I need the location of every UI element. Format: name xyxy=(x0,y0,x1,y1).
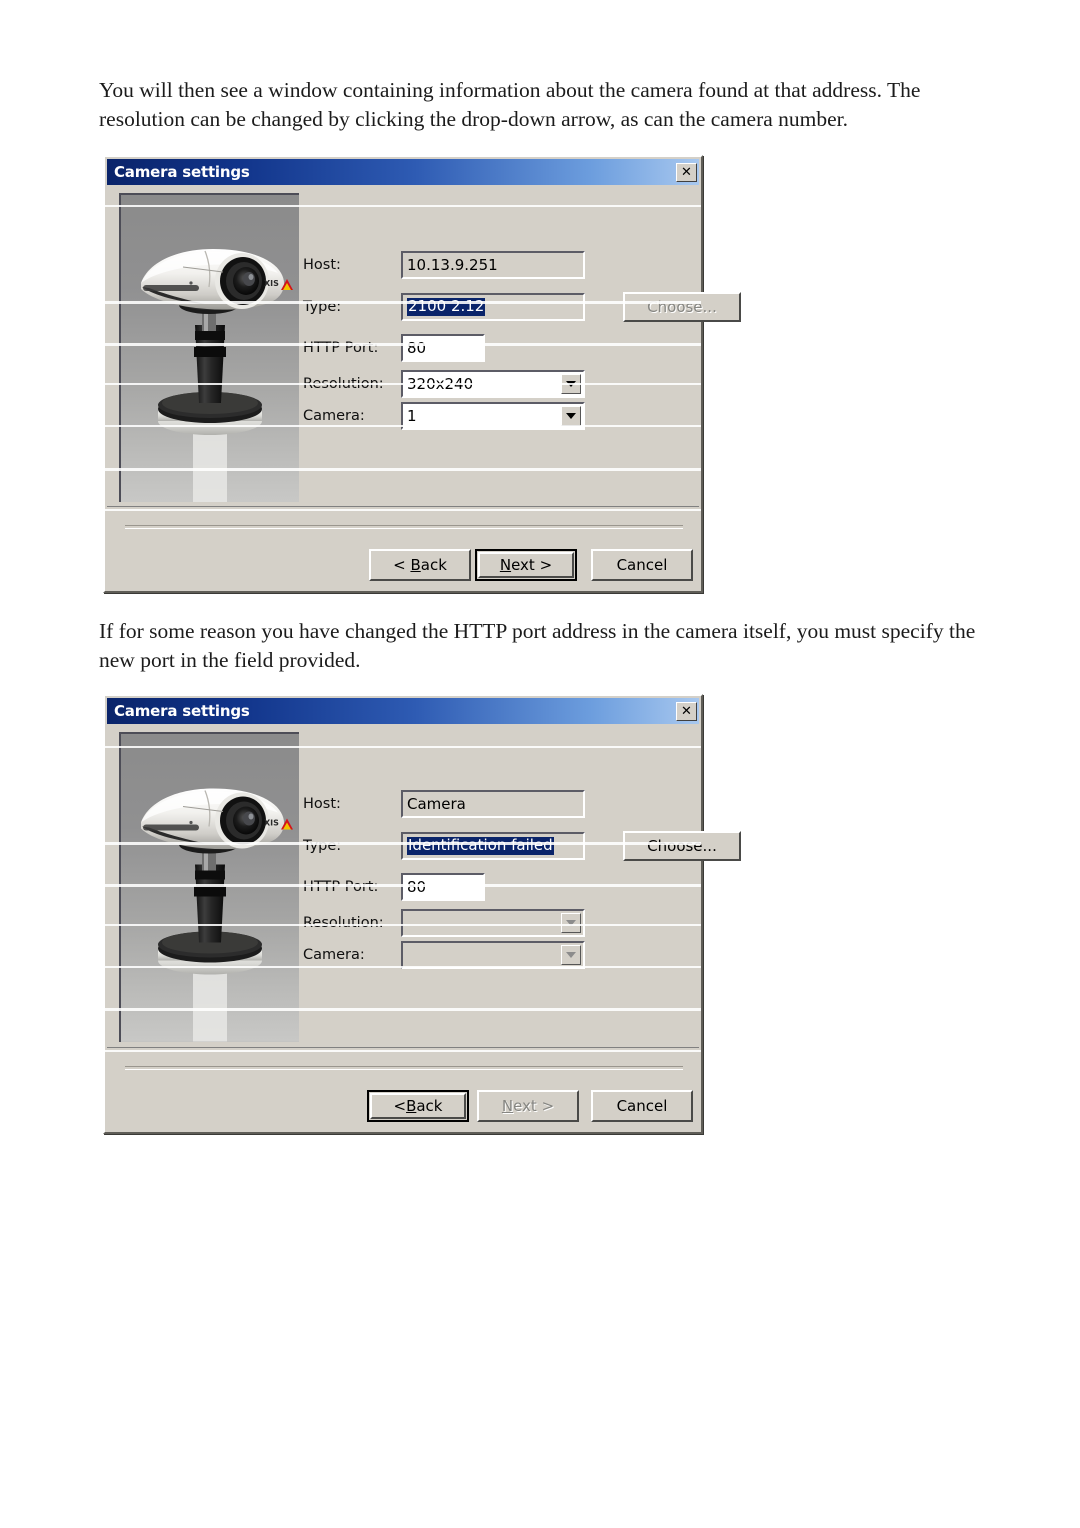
next-button: Next > xyxy=(477,1090,579,1122)
host-input[interactable]: Camera xyxy=(401,790,585,818)
chevron-down-icon[interactable] xyxy=(561,406,581,426)
back-button[interactable]: < Back xyxy=(369,549,471,581)
back-button[interactable]: < Back xyxy=(367,1090,469,1122)
dialog-1-page-area: XIS Host: 10.13.9.251 Type: 2100 2.12 Ch… xyxy=(107,188,741,507)
dialog-1-titlebar[interactable]: Camera settings ✕ xyxy=(107,159,699,185)
cancel-button[interactable]: Cancel xyxy=(591,1090,693,1122)
dialog-2-page-area: XIS Host: Camera Type: Identification fa… xyxy=(107,727,741,1048)
resolution-label: Resolution: xyxy=(303,376,384,392)
choose-button[interactable]: Choose... xyxy=(623,831,741,861)
intro-paragraph-1: You will then see a window containing in… xyxy=(99,78,921,131)
dialog-2-form: Host: Camera Type: Identification failed… xyxy=(303,727,741,1047)
resolution-dropdown[interactable]: 320x240 xyxy=(401,370,585,398)
chevron-down-icon xyxy=(561,945,581,965)
host-row: Host: 10.13.9.251 xyxy=(303,250,585,280)
cancel-button-label: Cancel xyxy=(616,1097,668,1115)
camera-row: Camera: xyxy=(303,940,585,970)
next-button-label: Next > xyxy=(501,1097,555,1115)
dialog-1-title: Camera settings xyxy=(114,163,250,181)
type-selected-text: Identification failed xyxy=(407,835,554,856)
type-selected-text: 2100 2.12 xyxy=(407,296,486,317)
camera-label: Camera: xyxy=(303,408,365,424)
type-input[interactable]: 2100 2.12 xyxy=(401,293,585,321)
http-port-label: HTTP Port: xyxy=(303,340,379,356)
resolution-dropdown xyxy=(401,909,585,937)
http-port-row: HTTP Port: 80 xyxy=(303,872,485,902)
dialog-2-client-area: XIS Host: Camera Type: Identification fa… xyxy=(107,727,741,1130)
resolution-label: Resolution: xyxy=(303,915,384,931)
footer-separator xyxy=(125,1066,683,1070)
resolution-row: Resolution: xyxy=(303,908,585,938)
camera-row: Camera: 1 xyxy=(303,401,585,431)
camera-product-image: XIS xyxy=(119,193,299,502)
cancel-button-label: Cancel xyxy=(616,556,668,574)
camera-value: 1 xyxy=(407,407,417,425)
dialog-1-form: Host: 10.13.9.251 Type: 2100 2.12 Choose… xyxy=(303,188,741,506)
choose-button-label: Choose... xyxy=(647,837,717,855)
type-label: Type: xyxy=(303,299,342,315)
host-row: Host: Camera xyxy=(303,789,585,819)
dialog-2-footer: < Back Next > Cancel xyxy=(107,1048,699,1451)
dialog-1-client-area: XIS Host: 10.13.9.251 Type: 2100 2.12 Ch… xyxy=(107,188,741,589)
cancel-button[interactable]: Cancel xyxy=(591,549,693,581)
back-button-label: < Back xyxy=(393,556,447,574)
chevron-down-icon[interactable] xyxy=(561,374,581,394)
dialog-2-titlebar[interactable]: Camera settings ✕ xyxy=(107,698,699,724)
type-input[interactable]: Identification failed xyxy=(401,832,585,860)
chevron-down-icon xyxy=(561,913,581,933)
dialog-2-title: Camera settings xyxy=(114,702,250,720)
svg-text:XIS: XIS xyxy=(264,279,279,288)
host-input[interactable]: 10.13.9.251 xyxy=(401,251,585,279)
camera-product-image: XIS xyxy=(119,732,299,1042)
http-port-input[interactable]: 80 xyxy=(401,873,485,901)
host-label: Host: xyxy=(303,796,341,812)
svg-text:XIS: XIS xyxy=(264,819,279,828)
camera-settings-dialog-2: Camera settings ✕ XIS Host: Camera Type:… xyxy=(103,694,741,1134)
choose-button: Choose... xyxy=(623,292,741,322)
close-icon[interactable]: ✕ xyxy=(676,701,697,721)
footer-separator xyxy=(125,525,683,529)
resolution-value: 320x240 xyxy=(407,375,474,393)
http-port-row: HTTP Port: 80 xyxy=(303,333,485,363)
type-row: Type: Identification failed Choose... xyxy=(303,831,741,861)
camera-dropdown[interactable]: 1 xyxy=(401,402,585,430)
http-port-label: HTTP Port: xyxy=(303,879,379,895)
axis-camera-illustration: XIS xyxy=(121,734,299,1042)
close-icon[interactable]: ✕ xyxy=(676,162,697,182)
type-label: Type: xyxy=(303,838,342,854)
type-row: Type: 2100 2.12 Choose... xyxy=(303,292,741,322)
camera-label: Camera: xyxy=(303,947,365,963)
http-port-input[interactable]: 80 xyxy=(401,334,485,362)
axis-camera-illustration: XIS xyxy=(121,195,299,502)
next-button-label: Next > xyxy=(478,552,574,578)
camera-settings-dialog-1: Camera settings ✕ XIS Host: 10.13.9.251 … xyxy=(103,155,741,593)
intro-paragraph-2: If for some reason you have changed the … xyxy=(99,619,976,672)
host-label: Host: xyxy=(303,257,341,273)
next-button[interactable]: Next > xyxy=(475,549,577,581)
resolution-row: Resolution: 320x240 xyxy=(303,369,585,399)
camera-dropdown xyxy=(401,941,585,969)
back-button-label: < Back xyxy=(370,1093,466,1119)
